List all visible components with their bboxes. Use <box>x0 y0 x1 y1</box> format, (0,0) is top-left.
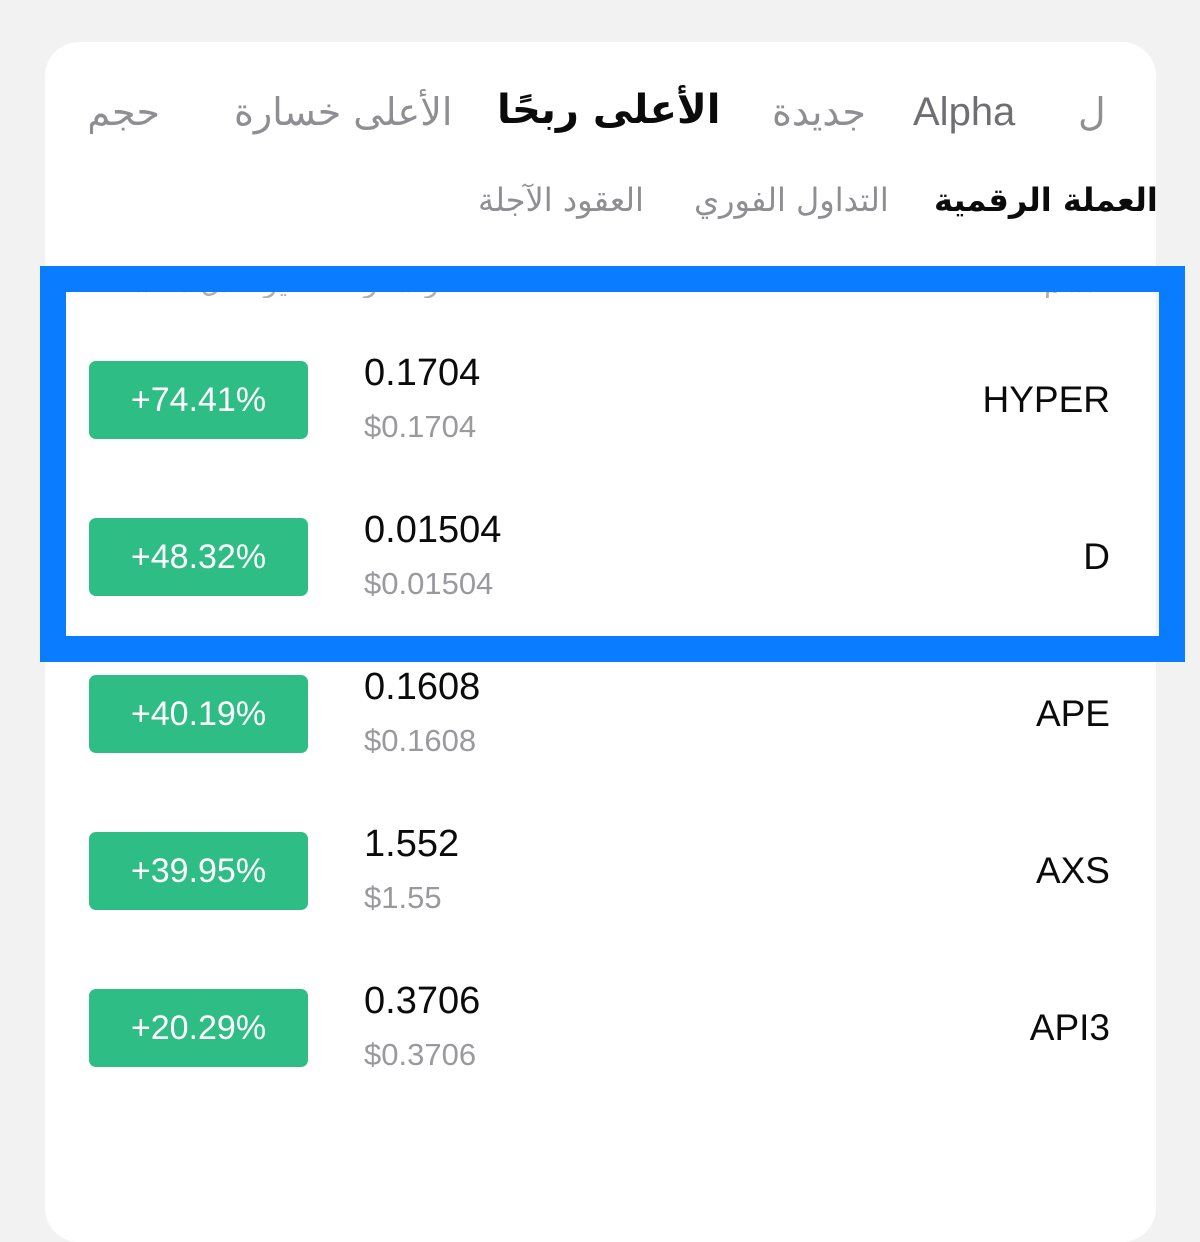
price-usd: $0.1608 <box>364 723 477 758</box>
last-price: 1.552 <box>364 823 460 865</box>
coin-symbol: API3 <box>1029 1007 1110 1048</box>
tab-alpha[interactable]: Alpha <box>913 84 1015 140</box>
table-row[interactable]: +74.41% 0.1704 $0.1704 HYPER <box>45 339 1156 459</box>
price-usd: $1.55 <box>364 880 442 915</box>
column-headers: التغير خلال ٢٤ ساعة آخر سعر الاسم <box>45 262 1156 298</box>
column-header-change[interactable]: التغير خلال ٢٤ ساعة <box>89 266 326 298</box>
tab-spot[interactable]: التداول الفوري <box>694 174 889 226</box>
tab-top-losers[interactable]: الأعلى خسارة <box>234 84 452 140</box>
last-price: 0.1704 <box>364 352 481 394</box>
tab-top-gainers[interactable]: الأعلى ربحًا <box>497 82 720 138</box>
price-usd: $0.3706 <box>364 1037 477 1072</box>
coin-symbol: APE <box>1035 693 1110 734</box>
change-badge: +20.29% <box>89 989 308 1067</box>
tab-partial-right[interactable]: ل <box>1078 84 1106 140</box>
last-price: 0.1608 <box>364 666 481 708</box>
column-header-name[interactable]: الاسم <box>1044 266 1110 298</box>
coin-symbol: AXS <box>1035 850 1110 891</box>
table-row[interactable]: +39.95% 1.552 $1.55 AXS <box>45 810 1156 930</box>
coin-symbol: HYPER <box>982 379 1110 420</box>
change-badge: +40.19% <box>89 675 308 753</box>
column-header-price[interactable]: آخر سعر <box>364 266 466 298</box>
coin-symbol: D <box>1083 536 1110 577</box>
tab-volume[interactable]: حجم <box>90 84 160 140</box>
tab-new[interactable]: جديدة <box>772 84 866 140</box>
price-usd: $0.1704 <box>364 409 477 444</box>
tab-futures[interactable]: العقود الآجلة <box>478 174 644 226</box>
tab-volume-clip: حجم <box>90 84 160 140</box>
change-badge: +48.32% <box>89 518 308 596</box>
table-row[interactable]: +48.32% 0.01504 $0.01504 D <box>45 496 1156 616</box>
tab-crypto[interactable]: العملة الرقمية <box>934 174 1158 226</box>
price-usd: $0.01504 <box>364 566 494 601</box>
table-row[interactable]: +40.19% 0.1608 $0.1608 APE <box>45 653 1156 773</box>
last-price: 0.01504 <box>364 509 502 551</box>
table-row[interactable]: +20.29% 0.3706 $0.3706 API3 <box>45 967 1156 1087</box>
last-price: 0.3706 <box>364 980 481 1022</box>
change-badge: +74.41% <box>89 361 308 439</box>
change-badge: +39.95% <box>89 832 308 910</box>
tab-partial-right-clip: ل <box>1078 84 1114 140</box>
